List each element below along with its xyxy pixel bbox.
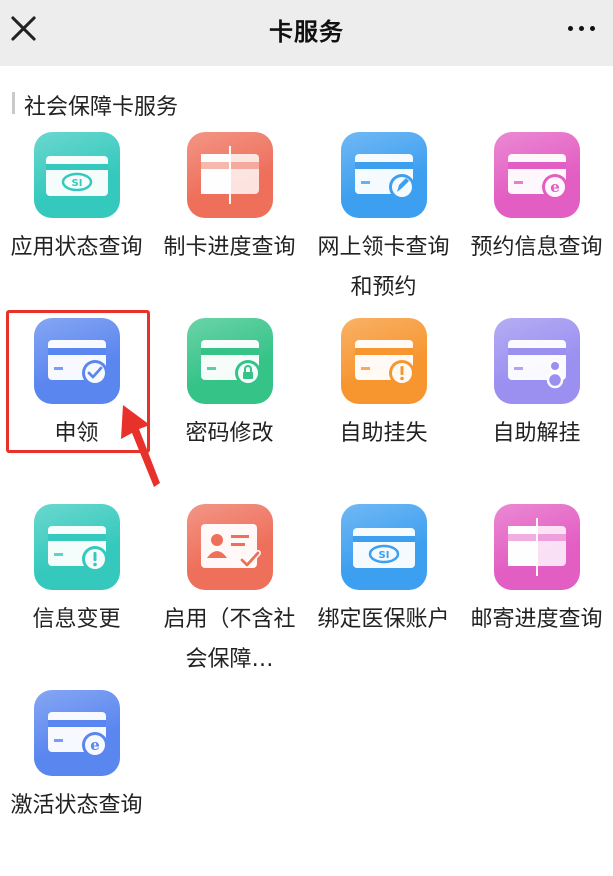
service-tile-label: 密码修改: [185, 421, 274, 446]
svg-text:SI: SI: [379, 550, 390, 561]
id-card-check-icon: [187, 504, 273, 590]
card-progress-icon: [187, 132, 273, 218]
service-tile-info-change[interactable]: 信息变更: [0, 504, 153, 690]
service-tile-activation[interactable]: e 激活状态查询: [0, 690, 153, 876]
card-key-icon: [494, 318, 580, 404]
section-title: 社会保障卡服务: [24, 95, 179, 120]
card-lock-icon: [187, 318, 273, 404]
card-alert-icon: [341, 318, 427, 404]
svg-text:e: e: [550, 178, 560, 196]
service-tile-label: 邮寄进度查询: [470, 607, 603, 632]
service-tile-online-pickup[interactable]: 网上领卡查询和预约: [307, 132, 460, 318]
service-tile-password[interactable]: 密码修改: [153, 318, 306, 504]
more-icon[interactable]: [568, 26, 595, 31]
service-tile-label: 信息变更: [32, 607, 121, 632]
service-tile-label: 制卡进度查询: [163, 235, 296, 260]
service-tile-enable[interactable]: 启用（不含社会保障…: [153, 504, 306, 690]
pointer-arrow-icon: [121, 405, 160, 487]
card-alert-icon: [34, 504, 120, 590]
si-card-icon: SI: [341, 504, 427, 590]
service-tile-label: 自助挂失: [339, 421, 428, 446]
card-edit-icon: [341, 132, 427, 218]
si-card-icon: SI: [34, 132, 120, 218]
service-tile-label: 应用状态查询: [10, 235, 143, 260]
service-tile-label: 预约信息查询: [470, 235, 603, 260]
service-tile-mail-progress[interactable]: 邮寄进度查询: [460, 504, 613, 690]
service-tile-label: 绑定医保账户: [317, 607, 450, 632]
service-tile-appointment[interactable]: e 预约信息查询: [460, 132, 613, 318]
service-tile-label: 启用（不含社会保障…: [163, 607, 296, 672]
service-tile-app-status[interactable]: SI 应用状态查询: [0, 132, 153, 318]
section-divider: [12, 92, 15, 114]
card-e-icon: e: [494, 132, 580, 218]
svg-text:SI: SI: [72, 178, 83, 189]
service-tile-label: 网上领卡查询和预约: [317, 235, 450, 300]
service-tile-unblock[interactable]: 自助解挂: [460, 318, 613, 504]
service-tile-card-progress[interactable]: 制卡进度查询: [153, 132, 306, 318]
top-bar: 卡服务: [0, 0, 613, 66]
service-tile-report-loss[interactable]: 自助挂失: [307, 318, 460, 504]
card-progress-icon: [494, 504, 580, 590]
service-tile-bind-medical[interactable]: SI 绑定医保账户: [307, 504, 460, 690]
service-tile-label: 激活状态查询: [10, 793, 143, 818]
service-tile-label: 自助解挂: [492, 421, 581, 446]
page-title: 卡服务: [269, 18, 344, 46]
card-e-icon: e: [34, 690, 120, 776]
svg-text:e: e: [90, 736, 100, 754]
